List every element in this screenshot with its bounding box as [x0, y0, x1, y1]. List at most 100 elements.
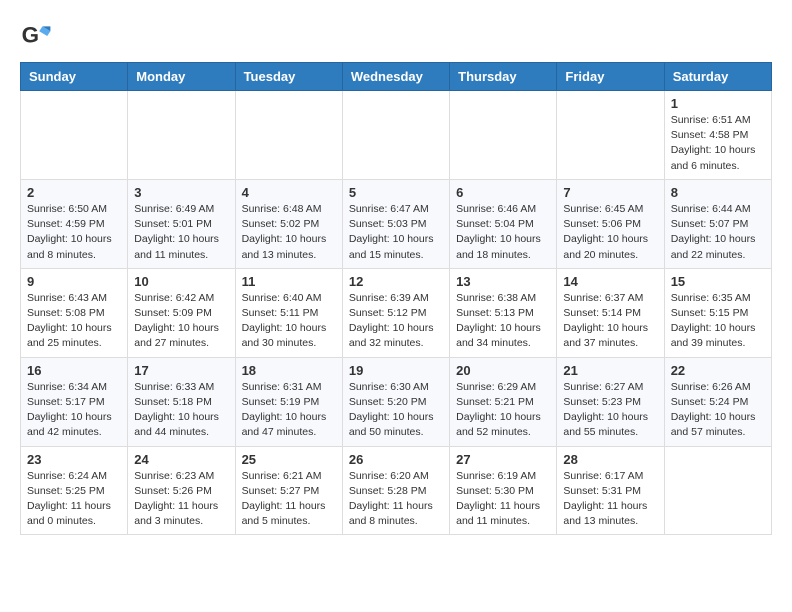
day-info: Sunrise: 6:49 AM Sunset: 5:01 PM Dayligh… [134, 202, 228, 263]
calendar-cell: 17 Sunrise: 6:33 AM Sunset: 5:18 PM Dayli… [128, 357, 235, 446]
calendar-cell: 9 Sunrise: 6:43 AM Sunset: 5:08 PM Daylig… [21, 268, 128, 357]
calendar-cell: 5 Sunrise: 6:47 AM Sunset: 5:03 PM Daylig… [342, 179, 449, 268]
day-info: Sunrise: 6:20 AM Sunset: 5:28 PM Dayligh… [349, 469, 443, 530]
calendar-cell: 13Sunrise: 6:38 AM Sunset: 5:13 PM Dayli… [450, 268, 557, 357]
calendar-cell: 6 Sunrise: 6:46 AM Sunset: 5:04 PM Daylig… [450, 179, 557, 268]
weekday-header-monday: Monday [128, 63, 235, 91]
calendar-week-2: 9 Sunrise: 6:43 AM Sunset: 5:08 PM Daylig… [21, 268, 772, 357]
day-info: Sunrise: 6:27 AM Sunset: 5:23 PM Dayligh… [563, 380, 657, 441]
calendar-cell: 16 Sunrise: 6:34 AM Sunset: 5:17 PM Dayli… [21, 357, 128, 446]
weekday-header-sunday: Sunday [21, 63, 128, 91]
day-info: Sunrise: 6:51 AM Sunset: 4:58 PM Dayligh… [671, 113, 765, 174]
day-number: 1 [671, 96, 765, 111]
day-number: 7 [563, 185, 657, 200]
day-info: Sunrise: 6:39 AM Sunset: 5:12 PM Dayligh… [349, 291, 443, 352]
weekday-header-saturday: Saturday [664, 63, 771, 91]
day-number: 8 [671, 185, 765, 200]
calendar-cell: 3 Sunrise: 6:49 AM Sunset: 5:01 PM Daylig… [128, 179, 235, 268]
day-number: 25 [242, 452, 336, 467]
calendar-cell: 20 Sunrise: 6:29 AM Sunset: 5:21 PM Dayli… [450, 357, 557, 446]
calendar-cell: 7 Sunrise: 6:45 AM Sunset: 5:06 PM Daylig… [557, 179, 664, 268]
calendar-week-0: 1 Sunrise: 6:51 AM Sunset: 4:58 PM Daylig… [21, 91, 772, 180]
calendar-cell [557, 91, 664, 180]
day-number: 4 [242, 185, 336, 200]
day-info: Sunrise: 6:37 AM Sunset: 5:14 PM Dayligh… [563, 291, 657, 352]
day-info: Sunrise: 6:42 AM Sunset: 5:09 PM Dayligh… [134, 291, 228, 352]
day-info: Sunrise: 6:44 AM Sunset: 5:07 PM Dayligh… [671, 202, 765, 263]
calendar-cell: 26 Sunrise: 6:20 AM Sunset: 5:28 PM Dayli… [342, 446, 449, 535]
calendar-cell: 28 Sunrise: 6:17 AM Sunset: 5:31 PM Dayli… [557, 446, 664, 535]
calendar-cell: 23Sunrise: 6:24 AM Sunset: 5:25 PM Dayli… [21, 446, 128, 535]
calendar-cell: 14 Sunrise: 6:37 AM Sunset: 5:14 PM Dayli… [557, 268, 664, 357]
calendar-table: SundayMondayTuesdayWednesdayThursdayFrid… [20, 62, 772, 535]
day-number: 23 [27, 452, 121, 467]
day-number: 18 [242, 363, 336, 378]
day-number: 21 [563, 363, 657, 378]
calendar-cell: 19 Sunrise: 6:30 AM Sunset: 5:20 PM Dayli… [342, 357, 449, 446]
day-number: 14 [563, 274, 657, 289]
day-number: 11 [242, 274, 336, 289]
day-number: 19 [349, 363, 443, 378]
weekday-header-friday: Friday [557, 63, 664, 91]
day-info: Sunrise: 6:33 AM Sunset: 5:18 PM Dayligh… [134, 380, 228, 441]
calendar-week-3: 16 Sunrise: 6:34 AM Sunset: 5:17 PM Dayli… [21, 357, 772, 446]
day-number: 16 [27, 363, 121, 378]
day-number: 3 [134, 185, 228, 200]
day-number: 5 [349, 185, 443, 200]
day-number: 17 [134, 363, 228, 378]
calendar-cell: 25 Sunrise: 6:21 AM Sunset: 5:27 PM Dayli… [235, 446, 342, 535]
day-info: Sunrise: 6:30 AM Sunset: 5:20 PM Dayligh… [349, 380, 443, 441]
day-info: Sunrise: 6:40 AM Sunset: 5:11 PM Dayligh… [242, 291, 336, 352]
calendar-cell: 4 Sunrise: 6:48 AM Sunset: 5:02 PM Daylig… [235, 179, 342, 268]
calendar-cell [342, 91, 449, 180]
calendar-cell: 22Sunrise: 6:26 AM Sunset: 5:24 PM Dayli… [664, 357, 771, 446]
day-info: Sunrise: 6:43 AM Sunset: 5:08 PM Dayligh… [27, 291, 121, 352]
calendar-cell: 24 Sunrise: 6:23 AM Sunset: 5:26 PM Dayli… [128, 446, 235, 535]
day-number: 2 [27, 185, 121, 200]
day-info: Sunrise: 6:46 AM Sunset: 5:04 PM Dayligh… [456, 202, 550, 263]
weekday-header-tuesday: Tuesday [235, 63, 342, 91]
calendar-cell: 21 Sunrise: 6:27 AM Sunset: 5:23 PM Dayli… [557, 357, 664, 446]
day-info: Sunrise: 6:48 AM Sunset: 5:02 PM Dayligh… [242, 202, 336, 263]
day-info: Sunrise: 6:17 AM Sunset: 5:31 PM Dayligh… [563, 469, 657, 530]
day-info: Sunrise: 6:23 AM Sunset: 5:26 PM Dayligh… [134, 469, 228, 530]
weekday-header-row: SundayMondayTuesdayWednesdayThursdayFrid… [21, 63, 772, 91]
day-number: 12 [349, 274, 443, 289]
day-number: 20 [456, 363, 550, 378]
day-info: Sunrise: 6:34 AM Sunset: 5:17 PM Dayligh… [27, 380, 121, 441]
calendar-cell [664, 446, 771, 535]
calendar-cell [450, 91, 557, 180]
day-info: Sunrise: 6:47 AM Sunset: 5:03 PM Dayligh… [349, 202, 443, 263]
calendar-cell: 27Sunrise: 6:19 AM Sunset: 5:30 PM Dayli… [450, 446, 557, 535]
day-info: Sunrise: 6:19 AM Sunset: 5:30 PM Dayligh… [456, 469, 550, 530]
day-info: Sunrise: 6:26 AM Sunset: 5:24 PM Dayligh… [671, 380, 765, 441]
day-info: Sunrise: 6:29 AM Sunset: 5:21 PM Dayligh… [456, 380, 550, 441]
day-info: Sunrise: 6:21 AM Sunset: 5:27 PM Dayligh… [242, 469, 336, 530]
day-info: Sunrise: 6:31 AM Sunset: 5:19 PM Dayligh… [242, 380, 336, 441]
day-number: 15 [671, 274, 765, 289]
calendar-cell: 1 Sunrise: 6:51 AM Sunset: 4:58 PM Daylig… [664, 91, 771, 180]
calendar-week-1: 2Sunrise: 6:50 AM Sunset: 4:59 PM Daylig… [21, 179, 772, 268]
day-number: 10 [134, 274, 228, 289]
day-info: Sunrise: 6:35 AM Sunset: 5:15 PM Dayligh… [671, 291, 765, 352]
weekday-header-wednesday: Wednesday [342, 63, 449, 91]
calendar-week-4: 23Sunrise: 6:24 AM Sunset: 5:25 PM Dayli… [21, 446, 772, 535]
day-number: 9 [27, 274, 121, 289]
calendar-cell: 8 Sunrise: 6:44 AM Sunset: 5:07 PM Daylig… [664, 179, 771, 268]
logo: G [20, 20, 56, 52]
calendar-cell: 2Sunrise: 6:50 AM Sunset: 4:59 PM Daylig… [21, 179, 128, 268]
calendar-cell [128, 91, 235, 180]
page-header: G [20, 20, 772, 52]
calendar-cell: 15 Sunrise: 6:35 AM Sunset: 5:15 PM Dayli… [664, 268, 771, 357]
calendar-cell: 12 Sunrise: 6:39 AM Sunset: 5:12 PM Dayli… [342, 268, 449, 357]
calendar-cell: 10 Sunrise: 6:42 AM Sunset: 5:09 PM Dayli… [128, 268, 235, 357]
day-number: 24 [134, 452, 228, 467]
day-number: 6 [456, 185, 550, 200]
calendar-cell: 18 Sunrise: 6:31 AM Sunset: 5:19 PM Dayli… [235, 357, 342, 446]
day-number: 26 [349, 452, 443, 467]
day-info: Sunrise: 6:45 AM Sunset: 5:06 PM Dayligh… [563, 202, 657, 263]
svg-text:G: G [22, 22, 39, 47]
day-info: Sunrise: 6:38 AM Sunset: 5:13 PM Dayligh… [456, 291, 550, 352]
day-number: 28 [563, 452, 657, 467]
calendar-cell: 11 Sunrise: 6:40 AM Sunset: 5:11 PM Dayli… [235, 268, 342, 357]
